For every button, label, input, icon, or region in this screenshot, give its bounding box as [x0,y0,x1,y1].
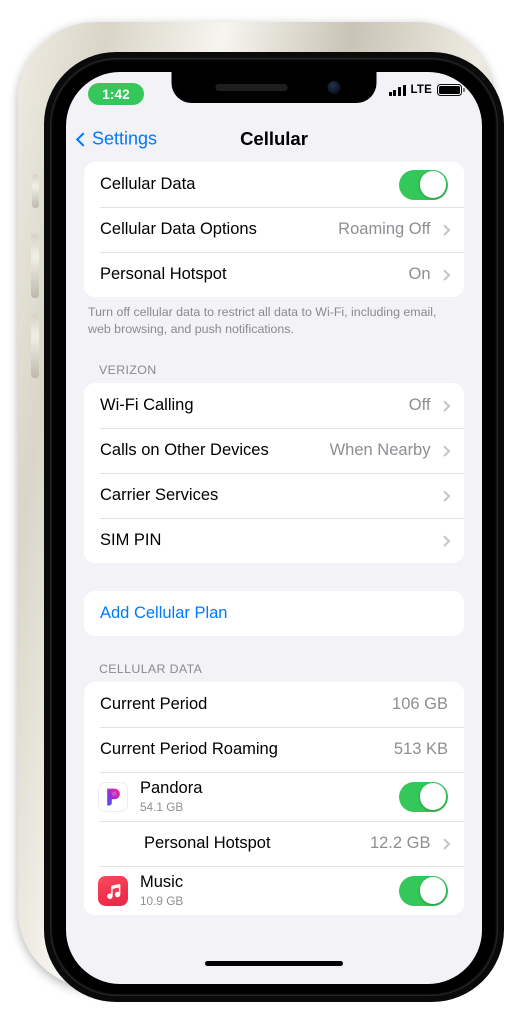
volume-down-button[interactable] [31,314,39,378]
row-calls-on-other-devices[interactable]: Calls on Other Devices When Nearby [84,428,464,473]
row-app-music[interactable]: Music 10.9 GB [84,866,464,915]
app-usage: 10.9 GB [140,893,184,908]
app-info: Pandora 54.1 GB [140,779,399,814]
cellular-data-group: Cellular Data Cellular Data Options Roam… [84,162,464,297]
app-name: Music [140,873,184,892]
chevron-right-icon [438,445,450,456]
page-title: Cellular [240,128,308,149]
row-value: When Nearby [329,441,431,459]
app-info: Music 10.9 GB [140,873,399,908]
row-sim-pin[interactable]: SIM PIN [84,518,464,563]
music-cellular-toggle[interactable] [399,875,448,906]
status-indicators: LTE [388,84,465,96]
app-name: Pandora [140,779,203,798]
row-value: Roaming Off [338,220,431,238]
add-plan-group: Add Cellular Plan [84,591,464,636]
add-cellular-plan-label: Add Cellular Plan [100,604,228,622]
row-value: 12.2 GB [369,834,431,852]
chevron-right-icon [438,400,450,411]
row-value: 106 GB [392,695,448,713]
row-label: Current Period [100,695,208,713]
cellular-data-section-header: CELLULAR DATA [99,662,203,676]
navigation-bar: Settings Cellular [66,116,482,162]
row-current-period-roaming: Current Period Roaming 513 KB [84,727,464,772]
front-camera-icon [327,81,341,94]
settings-scroll-area[interactable]: Cellular Data Cellular Data Options Roam… [66,162,482,984]
cellular-bars-icon [388,84,406,96]
carrier-section-header: VERIZON [99,363,157,377]
volume-up-button[interactable] [31,234,39,298]
row-value: 513 KB [393,740,448,758]
row-value: Off [408,396,431,414]
chevron-right-icon [438,535,450,546]
cellular-data-toggle[interactable] [399,169,448,200]
network-type-label: LTE [410,84,432,96]
row-app-personal-hotspot[interactable]: Personal Hotspot 12.2 GB [84,821,464,866]
row-add-cellular-plan[interactable]: Add Cellular Plan [84,591,464,636]
carrier-group: Wi-Fi Calling Off Calls on Other Devices… [84,383,464,563]
row-label: Cellular Data [100,175,196,193]
row-label: Personal Hotspot [144,834,271,852]
pandora-app-icon [98,781,128,812]
screenshot-stage: 1:42 LTE Settings Cellular Cellular Data… [0,0,512,1024]
row-cellular-data[interactable]: Cellular Data [84,162,464,207]
chevron-right-icon [438,838,450,849]
chevron-right-icon [438,269,450,280]
row-label: Current Period Roaming [100,740,278,758]
row-current-period: Current Period 106 GB [84,682,464,727]
row-label: Carrier Services [100,486,219,504]
row-app-pandora[interactable]: Pandora 54.1 GB [84,772,464,821]
chevron-right-icon [438,224,450,235]
home-indicator[interactable] [205,961,343,966]
cellular-data-usage-group: Current Period 106 GB Current Period Roa… [84,682,464,915]
row-label: Wi-Fi Calling [100,396,194,414]
row-personal-hotspot[interactable]: Personal Hotspot On [84,252,464,297]
cellular-data-footer-note: Turn off cellular data to restrict all d… [88,305,437,336]
row-label: Personal Hotspot [100,265,227,283]
ringer-switch-button[interactable] [32,174,39,208]
earpiece-speaker-icon [215,84,288,91]
row-label: Cellular Data Options [100,220,257,238]
row-wifi-calling[interactable]: Wi-Fi Calling Off [84,383,464,428]
row-cellular-data-options[interactable]: Cellular Data Options Roaming Off [84,207,464,252]
pandora-cellular-toggle[interactable] [399,781,448,812]
iphone-device-frame: 1:42 LTE Settings Cellular Cellular Data… [18,22,504,1002]
battery-full-icon [437,84,465,96]
status-time-pill: 1:42 [88,83,144,105]
row-label: Calls on Other Devices [100,441,269,459]
music-app-icon [98,875,128,906]
row-value: On [408,265,431,283]
row-carrier-services[interactable]: Carrier Services [84,473,464,518]
notch [171,72,377,103]
app-usage: 54.1 GB [140,799,184,814]
chevron-right-icon [438,490,450,501]
iphone-screen: 1:42 LTE Settings Cellular Cellular Data… [66,72,482,984]
row-label: SIM PIN [100,531,162,549]
